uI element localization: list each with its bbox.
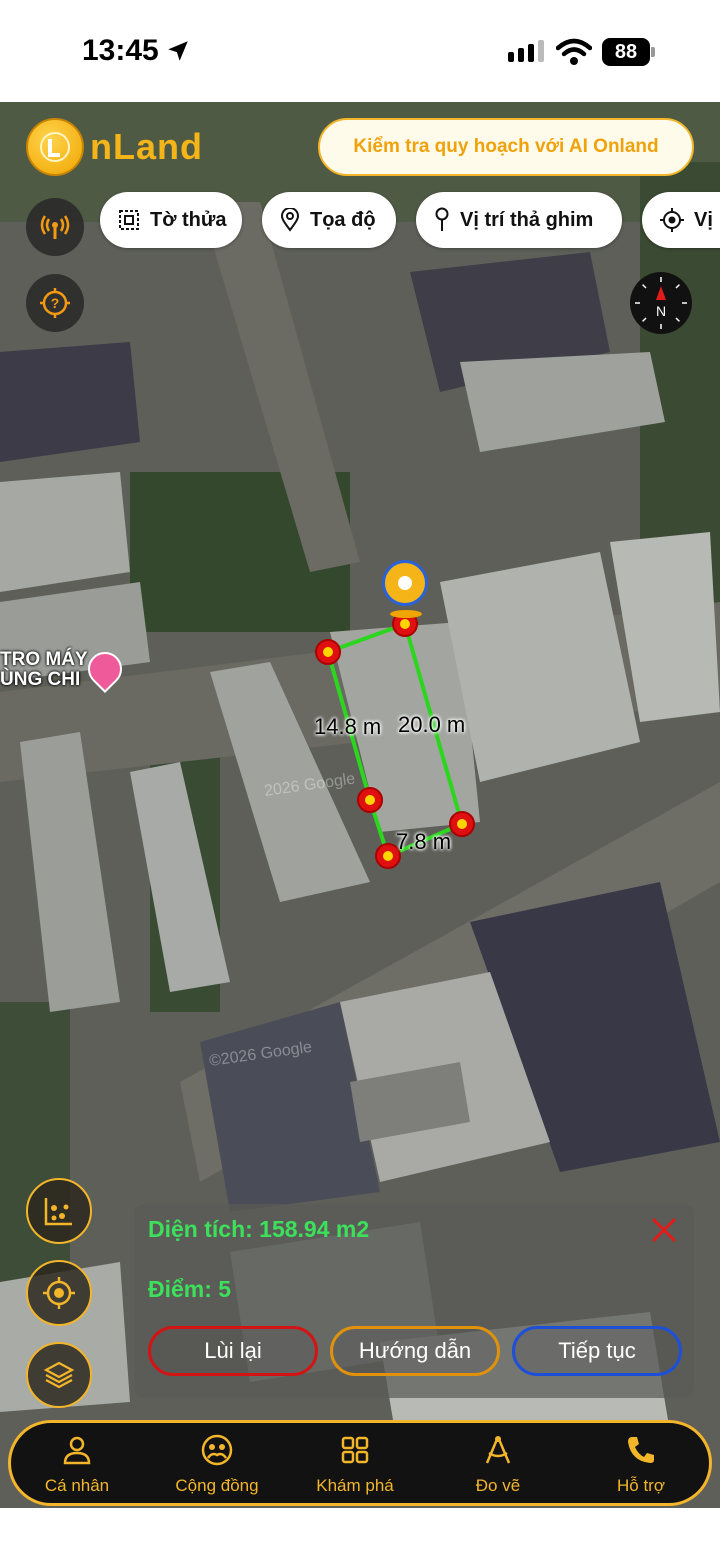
measure-icon — [481, 1432, 515, 1468]
my-location-button[interactable] — [26, 1260, 92, 1326]
location-marker-base — [390, 610, 422, 618]
location-pin-icon — [280, 208, 300, 232]
compass-button[interactable]: N — [630, 272, 692, 334]
broadcast-button[interactable] — [26, 198, 84, 256]
chip-parcel[interactable]: Tờ thửa — [100, 192, 242, 248]
chip-parcel-label: Tờ thửa — [150, 208, 227, 231]
edge-label: 7.8 m — [396, 829, 452, 854]
guide-button[interactable]: Hướng dẫn — [330, 1326, 500, 1376]
pin-drop-icon — [434, 207, 450, 233]
nav-support-label: Hỗ trợ — [617, 1476, 665, 1495]
chip-location-label: Vị — [694, 208, 713, 231]
chip-location[interactable]: Vị — [642, 192, 720, 248]
chip-pin-drop[interactable]: Vị trí thả ghim — [416, 192, 622, 248]
chip-coordinates[interactable]: Tọa độ — [262, 192, 396, 248]
chip-coordinates-label: Tọa độ — [310, 208, 376, 231]
undo-button[interactable]: Lùi lại — [148, 1326, 318, 1376]
scatter-chart-icon — [44, 1198, 72, 1226]
poi-label: TRO MÁY ÙNG CHI — [0, 649, 88, 690]
nav-profile[interactable]: Cá nhân — [12, 1432, 142, 1496]
grid-icon — [340, 1432, 370, 1468]
edge-label: 20.0 m — [398, 712, 466, 737]
edge-label: 14.8 m — [314, 714, 382, 739]
svg-text:N: N — [656, 303, 666, 319]
nav-measure[interactable]: Đo vẽ — [433, 1432, 563, 1496]
continue-button[interactable]: Tiếp tục — [512, 1326, 682, 1376]
person-icon — [61, 1432, 93, 1468]
ai-planning-check-button[interactable]: Kiểm tra quy hoạch với AI Onland — [318, 118, 694, 176]
nav-explore[interactable]: Khám phá — [290, 1432, 420, 1496]
logo-text: nLand — [90, 126, 203, 167]
user-location-marker — [382, 560, 428, 606]
nav-profile-label: Cá nhân — [44, 1476, 110, 1495]
nav-community[interactable]: Cộng đồng — [152, 1432, 282, 1496]
nav-measure-label: Đo vẽ — [475, 1476, 521, 1495]
compass-icon: N — [635, 277, 687, 329]
broadcast-icon — [40, 215, 70, 239]
target-icon — [660, 208, 684, 232]
points-count-text: Điểm: 5 — [148, 1276, 232, 1302]
location-question-icon: ? — [40, 288, 70, 318]
layers-icon — [43, 1361, 75, 1389]
crosshair-icon — [43, 1277, 75, 1309]
nav-explore-label: Khám phá — [316, 1476, 394, 1495]
measurement-vertex[interactable] — [357, 787, 383, 813]
chart-button[interactable] — [26, 1178, 92, 1244]
logo-coin-icon — [26, 118, 84, 176]
measurement-vertex[interactable] — [315, 639, 341, 665]
nav-support[interactable]: Hỗ trợ — [576, 1432, 706, 1496]
community-icon — [200, 1432, 234, 1468]
svg-text:?: ? — [51, 295, 60, 311]
close-icon[interactable] — [648, 1214, 680, 1246]
phone-icon — [625, 1432, 657, 1468]
area-text: Diện tích: 158.94 m2 — [148, 1216, 370, 1242]
locate-help-button[interactable]: ? — [26, 274, 84, 332]
measurement-vertex[interactable] — [449, 811, 475, 837]
app-logo: nLand — [26, 118, 203, 176]
chip-pin-drop-label: Vị trí thả ghim — [460, 208, 594, 231]
nav-community-label: Cộng đồng — [175, 1476, 259, 1495]
layers-button[interactable] — [26, 1342, 92, 1408]
parcel-icon — [118, 209, 140, 231]
